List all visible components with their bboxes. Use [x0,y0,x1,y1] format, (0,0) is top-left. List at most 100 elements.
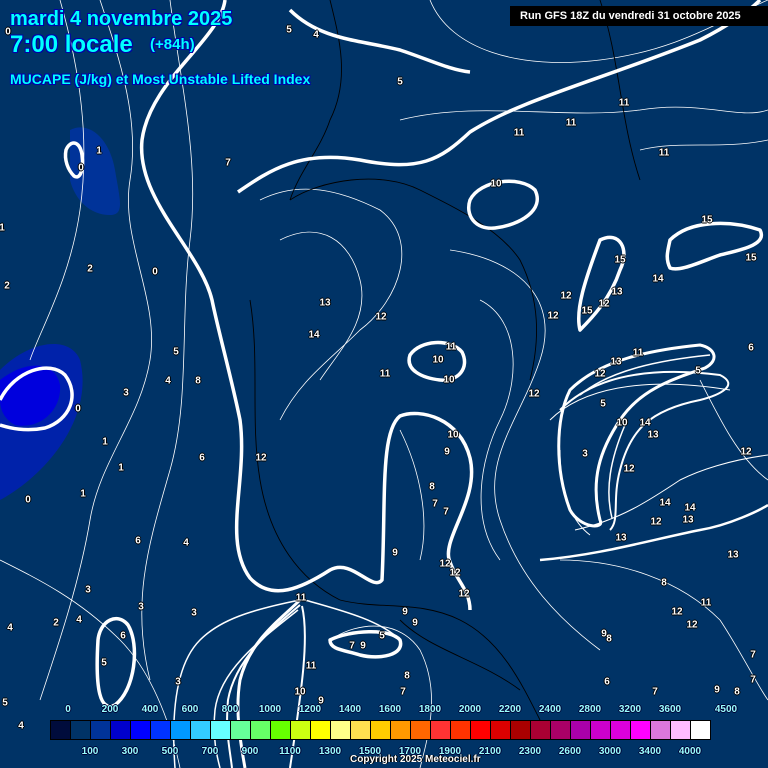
legend-tick-bottom: 100 [81,746,99,757]
contour-label: 11 [618,97,630,109]
contour-label: 2 [87,263,93,275]
legend-swatch [251,721,271,739]
contour-label: 7 [750,674,756,686]
contour-label: 14 [652,273,664,285]
contour-label: 12 [686,619,698,631]
legend-tick-top: 3600 [658,704,682,715]
contour-label: 5 [695,365,701,377]
contour-label: 3 [191,607,197,619]
contour-label: 4 [76,614,82,626]
contour-label: 7 [225,157,231,169]
legend-swatch [391,721,411,739]
contour-label: 11 [305,660,317,672]
legend-tick-top: 3200 [618,704,642,715]
contour-label: 10 [432,354,444,366]
contour-label: 14 [684,502,696,514]
legend-swatch [291,721,311,739]
legend-swatch [371,721,391,739]
contour-label: 10 [447,429,459,441]
legend-swatch [691,721,710,739]
contour-label: 2 [4,280,10,292]
contour-label: 0 [75,403,81,415]
contour-label: 5 [286,24,292,36]
contour-label: 7 [750,649,756,661]
forecast-lead-time: (+84h) [150,36,195,53]
legend-tick-bottom: 500 [161,746,179,757]
legend-swatch [71,721,91,739]
contour-label: 14 [639,417,651,429]
contour-label: 5 [173,346,179,358]
contour-label: 0 [152,266,158,278]
contour-label: 12 [547,310,559,322]
contour-label: 11 [700,597,712,609]
legend-swatch [591,721,611,739]
contour-label: 12 [650,516,662,528]
contour-label: 15 [701,214,713,226]
contour-label: 8 [606,633,612,645]
legend-swatch [171,721,191,739]
legend-tick-top: 0 [65,704,71,715]
contour-label: 4 [7,622,13,634]
contour-label: 8 [429,481,435,493]
contour-label: 11 [379,368,391,380]
legend-tick-top: 2200 [498,704,522,715]
legend-swatch [311,721,331,739]
contour-label: 11 [445,341,457,353]
legend-tick-bottom: 2300 [518,746,542,757]
legend-tick-top: 600 [181,704,199,715]
contour-label: 4 [313,29,319,41]
contour-label: 12 [375,311,387,323]
contour-label: 15 [614,254,626,266]
dense-contours-east [539,343,768,562]
contour-label: 6 [199,452,205,464]
contour-label: 13 [647,429,659,441]
contour-label: 9 [444,446,450,458]
legend-tick-bottom: 2600 [558,746,582,757]
forecast-time: 7:00 locale [10,31,133,58]
contour-label: 0 [78,162,84,174]
contour-label: 5 [600,398,606,410]
forecast-date: mardi 4 novembre 2025 [10,8,233,30]
contour-label: 1 [102,436,108,448]
contour-label: 6 [748,342,754,354]
contour-label: 14 [659,497,671,509]
contour-label: 7 [432,498,438,510]
dense-contours-south [172,598,401,768]
contour-label: 3 [85,584,91,596]
contour-label: 11 [295,592,307,604]
contour-label: 10 [616,417,628,429]
contour-label: 12 [560,290,572,302]
contour-label: 9 [412,617,418,629]
contour-label: 2 [53,617,59,629]
legend-tick-top: 400 [141,704,159,715]
contour-label: 13 [682,514,694,526]
contour-label: 9 [402,606,408,618]
contour-label: 5 [101,657,107,669]
legend-tick-top: 4500 [714,704,738,715]
color-legend [50,720,711,740]
legend-swatch [471,721,491,739]
contour-label: 3 [123,387,129,399]
legend-swatch [571,721,591,739]
contour-label: 5 [2,697,8,709]
legend-swatch [491,721,511,739]
contour-label: 12 [740,446,752,458]
legend-swatch [451,721,471,739]
legend-tick-bottom: 3400 [638,746,662,757]
legend-swatch [91,721,111,739]
contour-label: 0 [25,494,31,506]
legend-swatch [611,721,631,739]
contour-label: 15 [581,305,593,317]
contour-label: 4 [18,720,24,732]
legend-swatch [111,721,131,739]
legend-swatch [551,721,571,739]
contour-label: 12 [671,606,683,618]
legend-swatch [651,721,671,739]
legend-tick-top: 200 [101,704,119,715]
legend-tick-top: 1800 [418,704,442,715]
contour-label: 7 [400,686,406,698]
contour-label: 12 [255,452,267,464]
contour-label: 1 [80,488,86,500]
contour-label: 12 [449,567,461,579]
contour-label: 13 [610,356,622,368]
